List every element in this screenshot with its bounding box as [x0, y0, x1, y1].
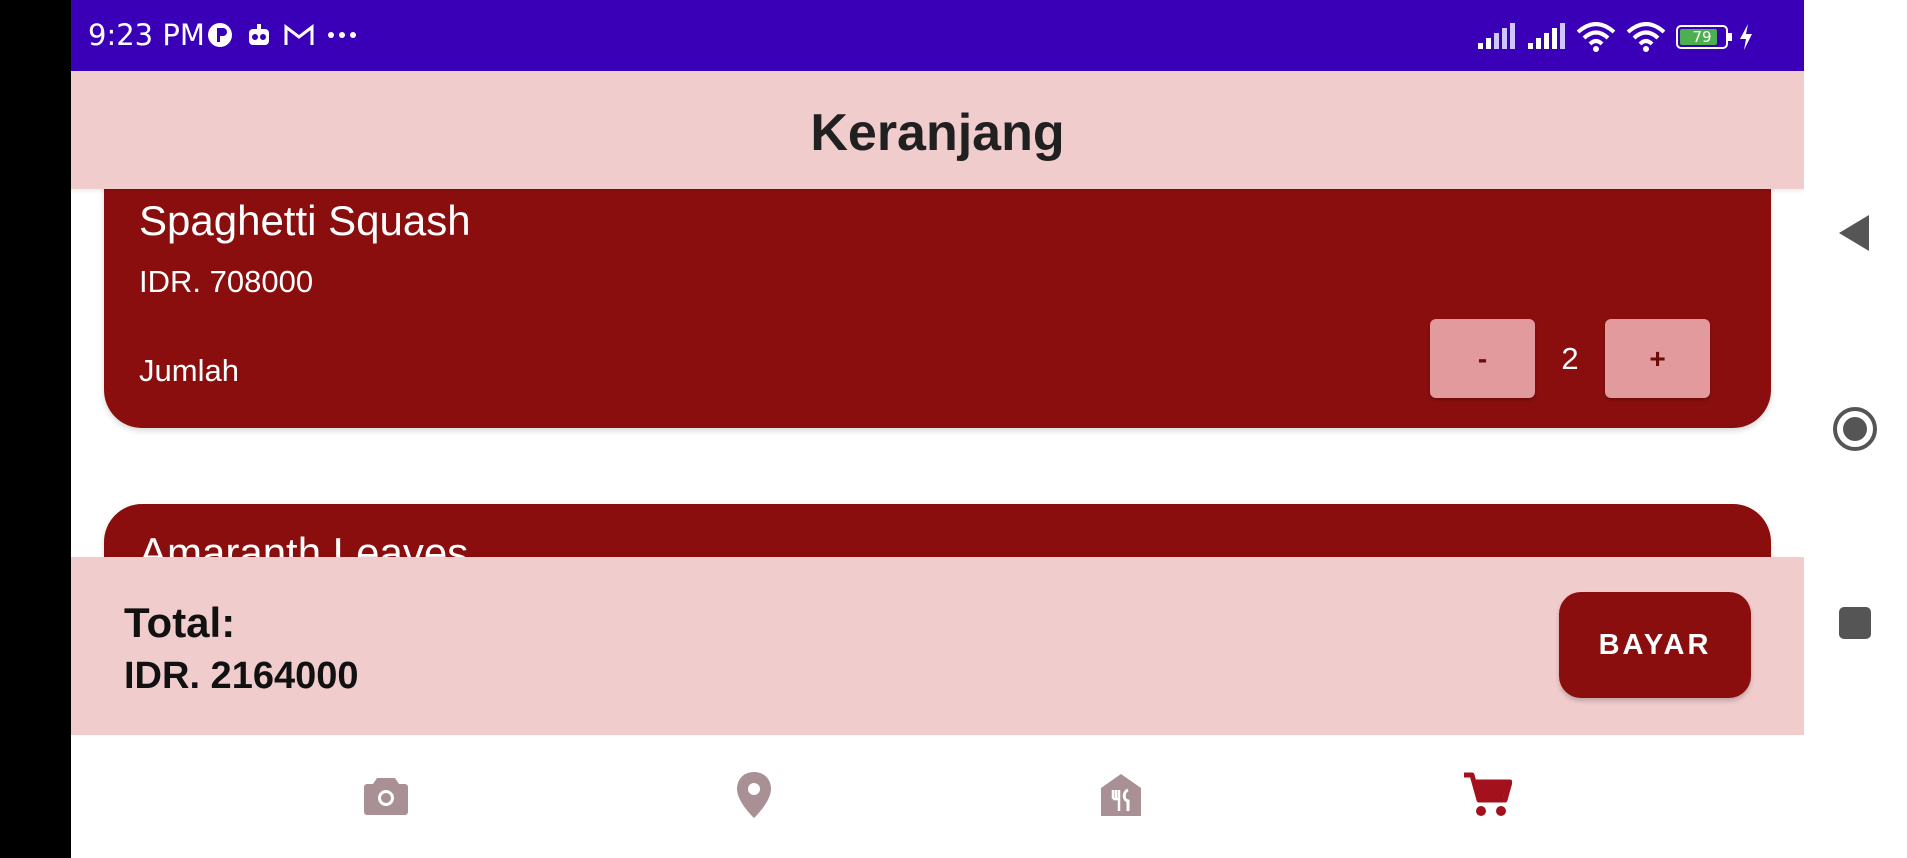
cart-item-card: Spaghetti Squash IDR. 708000 Jumlah - 2 …: [104, 189, 1771, 428]
bottom-navigation: [71, 735, 1804, 858]
app-screen: 9:23 PM 79 Keranjang Spaghetti Squash ID…: [71, 0, 1804, 858]
pay-button[interactable]: BAYAR: [1559, 592, 1751, 698]
shopping-cart-icon: [1464, 772, 1512, 816]
nav-cart[interactable]: [1457, 765, 1517, 825]
cart-list[interactable]: Spaghetti Squash IDR. 708000 Jumlah - 2 …: [71, 189, 1804, 557]
battery-level: 79: [1692, 28, 1712, 46]
gmail-icon: [284, 23, 314, 45]
system-home-button[interactable]: [1830, 404, 1880, 454]
cart-item-card: Amaranth Leaves: [104, 504, 1771, 557]
wifi-link-icon: [1576, 22, 1616, 52]
location-pin-icon: [737, 772, 771, 818]
total-value: IDR. 2164000: [124, 655, 359, 697]
item-name: Spaghetti Squash: [139, 197, 471, 244]
status-time: 9:23 PM: [88, 18, 205, 52]
home-circle-icon: [1833, 407, 1877, 451]
quantity-value: 2: [1561, 340, 1579, 376]
blocked-notification-icon: [208, 23, 232, 47]
robot-app-icon: [249, 24, 269, 45]
more-dots-icon: [328, 32, 356, 38]
nav-restaurant[interactable]: [1091, 765, 1151, 825]
quantity-label: Jumlah: [139, 353, 239, 388]
item-price: IDR. 708000: [139, 264, 314, 299]
total-bar: Total: IDR. 2164000 BAYAR: [71, 557, 1804, 735]
restaurant-icon: [1101, 774, 1141, 816]
top-app-bar: Keranjang: [71, 71, 1804, 189]
battery-icon: 79: [1676, 25, 1732, 49]
signal-bars-icon: [1528, 23, 1565, 49]
nav-location[interactable]: [724, 765, 784, 825]
hotspot-wifi-icon: [1626, 22, 1666, 52]
item-name: Amaranth Leaves: [139, 529, 469, 557]
system-back-button[interactable]: [1830, 208, 1880, 258]
system-recents-button[interactable]: [1830, 598, 1880, 648]
total-label: Total:: [124, 599, 236, 646]
screen-bezel: [0, 0, 71, 858]
nav-camera[interactable]: [356, 765, 416, 825]
signal-bars-icon: [1478, 23, 1515, 49]
status-left-icons: [206, 18, 358, 52]
decrease-quantity-button[interactable]: -: [1430, 319, 1535, 398]
status-right-icons: 79: [1476, 20, 1754, 54]
camera-icon: [364, 778, 408, 815]
recents-square-icon: [1839, 607, 1871, 639]
page-title: Keranjang: [810, 104, 1065, 162]
charging-bolt-icon: [1740, 24, 1752, 50]
status-bar: 9:23 PM 79: [71, 0, 1804, 71]
back-triangle-icon: [1839, 215, 1869, 251]
increase-quantity-button[interactable]: +: [1605, 319, 1710, 398]
